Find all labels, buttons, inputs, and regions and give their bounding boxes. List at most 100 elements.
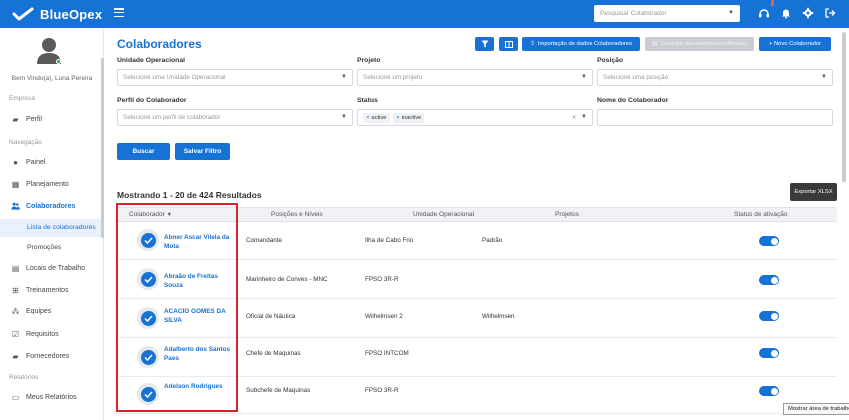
table-row[interactable]: Abner Ascar Vilela da Mota Comandante Il…: [117, 222, 837, 260]
section-relatorios: Relatórios: [9, 374, 39, 381]
new-collaborator-button[interactable]: + Novo Colaborador: [759, 37, 831, 51]
perfil-select[interactable]: Selecione um perfil de colaborador ▼: [117, 109, 353, 126]
collaborator-search-select[interactable]: Pesquisar Colaborador ▼: [594, 5, 740, 22]
collaborator-name-link[interactable]: Adalberto dos Santos Paes: [164, 345, 232, 363]
sidebar-item-meus-relatorios[interactable]: ▭ Meus Relatórios: [0, 387, 101, 407]
headset-icon[interactable]: [758, 7, 770, 19]
projeto-label: Projeto: [357, 57, 381, 64]
header-projetos[interactable]: Projetos: [555, 208, 579, 221]
header-posicoes[interactable]: Posições e Níveis: [271, 208, 323, 221]
chevron-down-icon: ▼: [821, 74, 827, 80]
sidebar-item-label: Painel: [26, 158, 46, 166]
unit-cell: Ilha de Cabo Frio: [365, 237, 414, 244]
header-unidade[interactable]: Unidade Operacional: [413, 208, 474, 221]
menu-toggle-icon[interactable]: [114, 8, 124, 17]
sidebar-item-requisitos[interactable]: ☑ Requisitos: [0, 324, 101, 344]
filter-button[interactable]: [475, 37, 494, 51]
sidebar-item-label: Perfil: [26, 115, 42, 123]
import-data-button[interactable]: ⇪ Importação de dados Colaboradores: [522, 37, 640, 51]
header-colaborador[interactable]: Colaborador ▼: [129, 208, 172, 221]
sidebar-item-label: Requisitos: [26, 330, 59, 338]
gear-icon[interactable]: [802, 7, 814, 19]
briefcase-icon: ▰: [12, 114, 19, 124]
top-bar: BlueOpex Pesquisar Colaborador ▼: [0, 0, 849, 28]
collaborator-name-link[interactable]: Abraão de Freitas Souza: [164, 272, 232, 290]
sidebar-item-fornecedores[interactable]: ▰ Fornecedores: [0, 346, 101, 366]
team-icon: ⁂: [11, 306, 20, 316]
status-tag-inactive[interactable]: × inactive: [393, 113, 425, 123]
upload-icon: ⇪: [530, 41, 535, 47]
section-empresa: Empresa: [9, 95, 36, 102]
calendar-icon: ▦: [11, 179, 20, 189]
sidebar-item-perfil[interactable]: ▰ Perfil: [0, 109, 101, 129]
sidebar-item-painel[interactable]: ● Painel: [0, 152, 101, 172]
posicao-placeholder: Selecione uma posição: [603, 74, 669, 81]
chevron-down-icon: ▼: [728, 10, 734, 16]
header-status[interactable]: Status de ativação: [734, 208, 787, 221]
status-toggle[interactable]: [759, 386, 779, 396]
bell-icon[interactable]: [780, 7, 792, 19]
table-row[interactable]: Adalberto dos Santos Paes Chefe de Maqui…: [117, 339, 837, 377]
sidebar-item-label: Planejamento: [26, 180, 69, 188]
sidebar-item-locais[interactable]: ▤ Locais de Trabalho: [0, 258, 101, 278]
projeto-placeholder: Selecione um projeto: [363, 74, 423, 81]
status-select[interactable]: × active × inactive × ▼: [357, 109, 593, 126]
sidebar-item-label: Colaboradores: [26, 202, 76, 210]
status-toggle[interactable]: [759, 236, 779, 246]
position-cell: Marinheiro de Conves - MNC: [246, 276, 328, 283]
search-button[interactable]: Buscar: [117, 143, 170, 160]
save-filter-button[interactable]: Salvar Filtro: [175, 143, 230, 160]
remove-tag-icon[interactable]: ×: [396, 115, 399, 121]
unit-cell: FPSO 3R-R: [365, 387, 399, 394]
page-scrollbar[interactable]: [842, 32, 846, 417]
sidebar: Bem Vindo(a), Luna Pereira Empresa ▰ Per…: [0, 28, 104, 420]
export-xlsx-button[interactable]: Exportar XLSX: [790, 183, 837, 201]
sidebar-item-label: Treinamentos: [26, 286, 69, 294]
table-row[interactable]: ACACIO GOMES DA SILVA Oficial de Náutica…: [117, 300, 837, 338]
status-label: Status: [357, 97, 378, 104]
collaborator-name-link[interactable]: ACACIO GOMES DA SILVA: [164, 307, 232, 325]
posicao-select[interactable]: Selecione uma posição ▼: [597, 69, 833, 86]
table-row[interactable]: Adelson Rodrigues Subchefe de Maquinas F…: [117, 376, 837, 414]
status-toggle[interactable]: [759, 311, 779, 321]
sidebar-item-label: Locais de Trabalho: [26, 264, 86, 272]
project-cell: Padrão: [482, 237, 503, 244]
status-toggle[interactable]: [759, 275, 779, 285]
sidebar-item-colaboradores[interactable]: Colaboradores: [0, 196, 101, 216]
section-navegacao: Navegação: [9, 139, 42, 146]
building-icon: ▤: [11, 263, 20, 273]
columns-button[interactable]: [499, 37, 518, 51]
upload-documents-button[interactable]: ▤ Carregar documentos/certificados: [645, 37, 754, 51]
tooltip: Mostrar área de trabalho: [783, 403, 849, 415]
brand[interactable]: BlueOpex: [12, 5, 102, 23]
table-row[interactable]: Abraão de Freitas Souza Marinheiro de Co…: [117, 261, 837, 299]
collaborator-name-link[interactable]: Adelson Rodrigues: [164, 382, 232, 391]
clear-icon[interactable]: ×: [572, 110, 576, 125]
checklist-icon: ☑: [11, 329, 20, 339]
supplier-icon: ▰: [12, 351, 19, 361]
position-cell: Subchefe de Maquinas: [246, 387, 311, 394]
remove-tag-icon[interactable]: ×: [366, 115, 369, 121]
tag-label: active: [371, 115, 387, 121]
sidebar-item-planejamento[interactable]: ▦ Planejamento: [0, 174, 101, 194]
sidebar-subitem-promocoes[interactable]: Promoções: [0, 239, 101, 257]
tag-label: inactive: [401, 115, 422, 121]
unidade-select[interactable]: Selecione uma Unidade Operacional ▼: [117, 69, 353, 86]
filter-icon: [481, 40, 488, 48]
status-toggle[interactable]: [759, 348, 779, 358]
verified-avatar-icon: [137, 268, 159, 290]
sidebar-item-equipes[interactable]: ⁂ Equipes: [0, 301, 101, 321]
verified-avatar-icon: [137, 346, 159, 368]
posicao-label: Posição: [597, 57, 624, 64]
chevron-down-icon: ▼: [581, 74, 587, 80]
chevron-down-icon: ▼: [341, 114, 347, 120]
unidade-placeholder: Selecione uma Unidade Operacional: [123, 74, 226, 81]
nome-input[interactable]: [597, 109, 833, 126]
collaborator-name-link[interactable]: Abner Ascar Vilela da Mota: [164, 233, 232, 251]
projeto-select[interactable]: Selecione um projeto ▼: [357, 69, 593, 86]
status-tag-active[interactable]: × active: [363, 113, 390, 123]
logout-icon[interactable]: [824, 7, 836, 19]
sidebar-item-treinamentos[interactable]: ⊞ Treinamentos: [0, 280, 101, 300]
sidebar-subitem-lista-colaboradores[interactable]: Lista de colaboradores: [0, 219, 101, 237]
logo-icon: [12, 7, 34, 21]
